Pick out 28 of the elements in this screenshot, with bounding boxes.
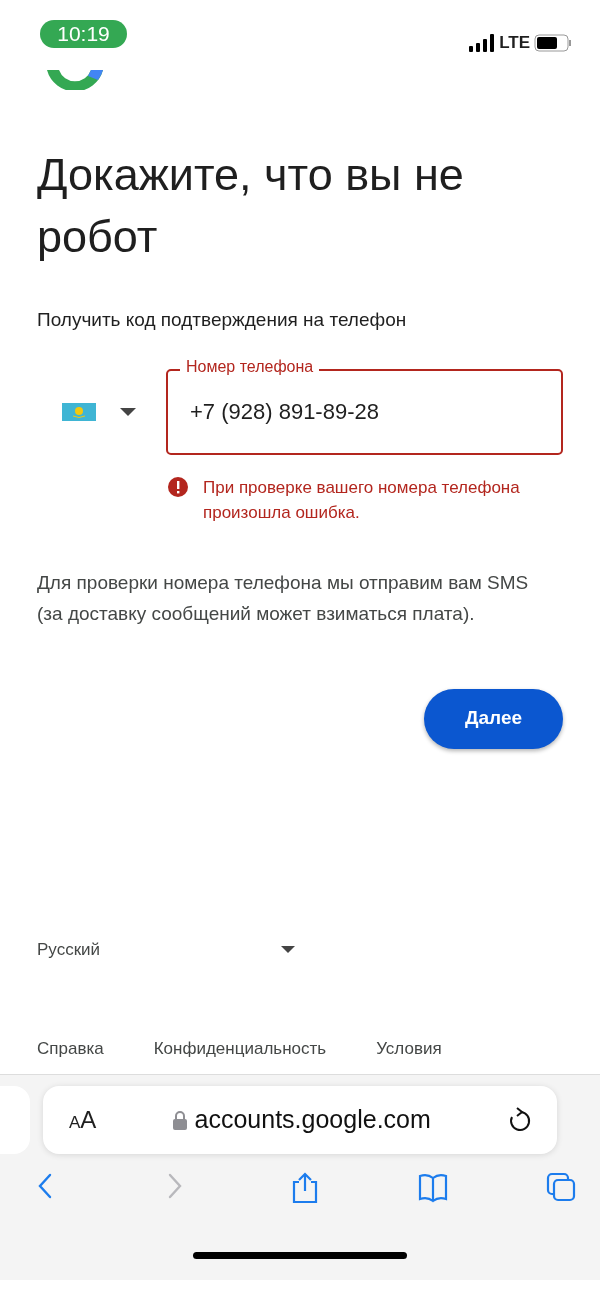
reader-button[interactable]: AA [69,1102,97,1138]
info-text: Для проверки номера телефона мы отправим вам SMS (за доставку сообщений может взиматься плата). [37,570,530,626]
footer-link[interactable]: Условия [376,1038,442,1060]
error-icon [167,475,189,498]
battery-icon [534,33,572,52]
logo-icon [45,68,105,90]
lock-icon [172,1110,187,1130]
share-icon[interactable] [290,1172,320,1204]
book-icon[interactable] [418,1172,448,1204]
subtitle-text: Получить код подтверждения на телефон [37,308,408,332]
network-type: LTE [499,32,530,54]
field-label: Номер телефона [180,356,320,377]
tabs-icon[interactable] [546,1172,576,1204]
signal-icon [469,33,496,52]
next-button[interactable]: Далее [424,688,563,749]
reload-icon[interactable] [507,1107,531,1133]
footer-link[interactable]: Конфиденциальность [153,1038,327,1060]
language-selector[interactable]: Русский [37,936,295,962]
error-message: При проверке вашего номера телефона произошла ошибка. [203,476,521,524]
flag-icon [62,402,96,421]
url-text: accounts.google.com [194,1104,431,1136]
footer-link[interactable]: Справка [37,1038,104,1060]
country-selector[interactable] [62,402,136,421]
caret-icon [120,407,136,416]
page-heading: Докажите, что вы не робот [37,148,465,264]
caret-icon [281,945,295,953]
clock-time: 10:19 [40,20,127,48]
address-bar[interactable]: AA accounts.google.com [43,1086,557,1154]
